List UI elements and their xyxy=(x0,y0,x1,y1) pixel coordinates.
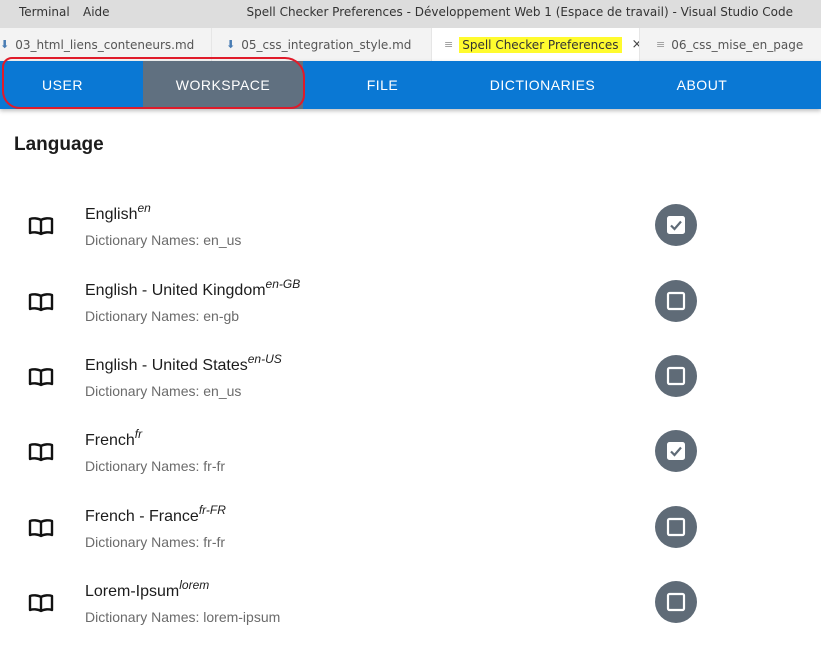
nav-tab-about[interactable]: ABOUT xyxy=(652,61,752,109)
section-title: Language xyxy=(14,134,104,155)
language-name: Englishen xyxy=(85,201,151,223)
nav-tab-workspace[interactable]: WORKSPACE xyxy=(143,61,303,109)
nav-tab-user[interactable]: USER xyxy=(0,61,125,109)
book-icon xyxy=(28,216,54,236)
language-row-en-gb: English - United Kingdomen-GB Dictionary… xyxy=(0,277,821,350)
tab-label: Spell Checker Preferences xyxy=(459,36,622,53)
book-icon xyxy=(28,518,54,538)
preview-doc-icon: ≡ xyxy=(656,38,666,51)
language-row-fr-fr: French - Francefr-FR Dictionary Names: f… xyxy=(0,503,821,576)
language-code: fr-FR xyxy=(198,503,226,517)
window-title: Spell Checker Preferences - Développemen… xyxy=(246,5,793,19)
markdown-download-icon: ⬇ xyxy=(0,38,10,51)
tab-label: 06_css_mise_en_page xyxy=(671,37,804,52)
dictionary-names: Dictionary Names: en-gb xyxy=(85,308,240,324)
language-toggle-unchecked[interactable] xyxy=(655,506,697,548)
language-name: Frenchfr xyxy=(85,427,143,449)
language-name: French - Francefr-FR xyxy=(85,503,226,525)
markdown-download-icon: ⬇ xyxy=(226,38,236,51)
language-code: en-US xyxy=(247,352,282,366)
language-row-lorem: Lorem-Ipsumlorem Dictionary Names: lorem… xyxy=(0,578,821,651)
language-code: lorem xyxy=(179,578,210,592)
nav-tab-dictionaries[interactable]: DICTIONARIES xyxy=(470,61,615,109)
language-code: en-GB xyxy=(265,277,301,291)
book-icon xyxy=(28,367,54,387)
nav-tab-label: USER xyxy=(42,77,83,93)
editor-tab-03-html[interactable]: ⬇ 03_html_liens_conteneurs.md xyxy=(0,28,212,61)
tab-label: 03_html_liens_conteneurs.md xyxy=(15,37,195,52)
language-toggle-unchecked[interactable] xyxy=(655,280,697,322)
dictionary-names: Dictionary Names: lorem-ipsum xyxy=(85,609,281,625)
language-code: fr xyxy=(134,427,143,441)
nav-tab-label: DICTIONARIES xyxy=(489,77,596,93)
language-name: English - United Statesen-US xyxy=(85,352,282,374)
menu-terminal[interactable]: Terminal xyxy=(19,5,70,19)
language-row-en: Englishen Dictionary Names: en_us xyxy=(0,201,821,274)
preferences-nav: USER WORKSPACE FILE DICTIONARIES ABOUT xyxy=(0,61,821,109)
dictionary-names: Dictionary Names: en_us xyxy=(85,232,242,248)
language-name: English - United Kingdomen-GB xyxy=(85,277,301,299)
book-icon xyxy=(28,292,54,312)
book-icon xyxy=(28,593,54,613)
dictionary-names: Dictionary Names: en_us xyxy=(85,383,242,399)
book-icon xyxy=(28,442,54,462)
editor-tab-06-css[interactable]: ≡ 06_css_mise_en_page xyxy=(640,28,821,61)
language-row-en-us: English - United Statesen-US Dictionary … xyxy=(0,352,821,425)
nav-tab-file[interactable]: FILE xyxy=(330,61,435,109)
preview-doc-icon: ≡ xyxy=(444,38,454,51)
editor-tab-spell-checker[interactable]: ≡ Spell Checker Preferences × xyxy=(432,28,640,61)
close-icon[interactable]: × xyxy=(632,37,639,52)
editor-tab-bar: ⬇ 03_html_liens_conteneurs.md ⬇ 05_css_i… xyxy=(0,28,821,62)
menu-help[interactable]: Aide xyxy=(83,5,110,19)
language-row-fr: Frenchfr Dictionary Names: fr-fr xyxy=(0,427,821,500)
title-bar: Terminal Aide Spell Checker Preferences … xyxy=(0,0,821,28)
language-toggle-checked[interactable] xyxy=(655,430,697,472)
nav-tab-label: FILE xyxy=(366,77,399,93)
language-code: en xyxy=(137,201,151,215)
language-toggle-unchecked[interactable] xyxy=(655,355,697,397)
nav-tab-label: WORKSPACE xyxy=(175,77,271,93)
tab-label: 05_css_integration_style.md xyxy=(241,37,412,52)
editor-tab-05-css[interactable]: ⬇ 05_css_integration_style.md xyxy=(212,28,432,61)
language-name: Lorem-Ipsumlorem xyxy=(85,578,210,600)
dictionary-names: Dictionary Names: fr-fr xyxy=(85,458,226,474)
nav-tab-label: ABOUT xyxy=(676,77,728,93)
language-toggle-checked[interactable] xyxy=(655,204,697,246)
language-toggle-unchecked[interactable] xyxy=(655,581,697,623)
dictionary-names: Dictionary Names: fr-fr xyxy=(85,534,226,550)
